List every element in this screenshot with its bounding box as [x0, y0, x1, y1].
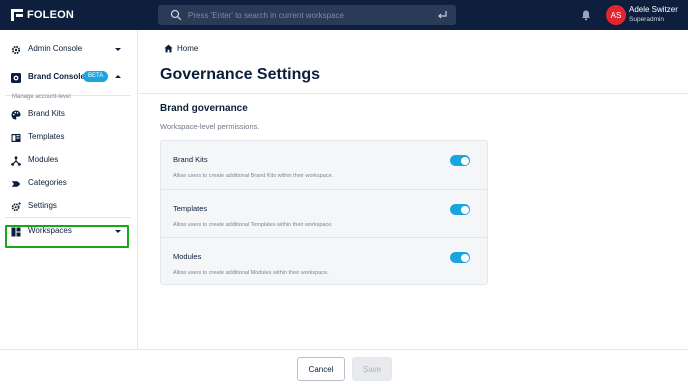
search-icon [170, 9, 182, 21]
section-title: Brand governance [160, 103, 248, 114]
sidebar-item-label: Modules [28, 155, 59, 164]
permission-description: Allow users to create additional Brand K… [173, 173, 334, 179]
main-content: Home Governance Settings Brand governanc… [138, 30, 688, 350]
title-divider [138, 93, 688, 94]
sidebar-section-label: Manage account-level [12, 94, 71, 100]
avatar[interactable]: AS [606, 5, 626, 25]
foleon-logo[interactable]: FOLEON [11, 8, 74, 22]
page-title: Governance Settings [160, 66, 321, 83]
templates-icon [11, 134, 21, 142]
permission-description: Allow users to create additional Templat… [173, 222, 333, 228]
sidebar-item-label: Admin Console [28, 44, 83, 53]
permission-row-modules: Modules Allow users to create additional… [161, 237, 487, 285]
home-icon [164, 44, 173, 53]
modules-icon [11, 156, 21, 166]
chevron-down-icon [115, 230, 121, 233]
sidebar-item-label: Categories [28, 178, 67, 187]
breadcrumb[interactable]: Home [164, 44, 198, 53]
section-subtitle: Workspace-level permissions. [160, 122, 260, 131]
sidebar-item-label: Workspaces [28, 226, 72, 235]
footer-bar: Cancel Save [0, 349, 688, 388]
sidebar-item-label: Brand Kits [28, 109, 65, 118]
sidebar: Admin Console Brand Console BETA Manage … [0, 30, 138, 350]
cancel-button[interactable]: Cancel [297, 357, 345, 381]
logo-text: FOLEON [27, 9, 75, 21]
search-bar[interactable] [158, 5, 456, 25]
gear-icon [11, 45, 21, 55]
toggle-knob [460, 253, 469, 262]
enter-key-icon [438, 11, 447, 19]
breadcrumb-home[interactable]: Home [177, 44, 198, 53]
workspaces-icon [11, 227, 21, 237]
brand-console-icon [11, 73, 21, 83]
permission-row-brand-kits: Brand Kits Allow users to create additio… [161, 141, 487, 189]
sidebar-item-workspaces[interactable]: Workspaces [5, 221, 129, 243]
permission-name: Brand Kits [173, 155, 208, 164]
chevron-down-icon [115, 48, 121, 51]
sidebar-item-templates[interactable]: Templates [5, 127, 129, 149]
bell-icon[interactable] [580, 9, 592, 21]
sidebar-item-settings[interactable]: Settings [5, 196, 129, 218]
user-role: Superadmin [629, 16, 665, 23]
sidebar-item-admin-console[interactable]: Admin Console [5, 39, 129, 61]
toggle-knob [460, 156, 469, 165]
search-input[interactable] [188, 7, 418, 23]
modules-toggle[interactable] [450, 252, 470, 263]
sidebar-item-brand-console[interactable]: Brand Console BETA [5, 67, 129, 89]
beta-badge: BETA [83, 71, 109, 82]
permission-name: Templates [173, 204, 208, 213]
sidebar-item-modules[interactable]: Modules [5, 150, 129, 172]
permission-row-templates: Templates Allow users to create addition… [161, 189, 487, 237]
tag-icon [11, 181, 21, 187]
logo-mark-icon [11, 9, 23, 21]
palette-icon [11, 110, 21, 120]
sidebar-item-label: Templates [28, 132, 65, 141]
toggle-knob [460, 205, 469, 214]
chevron-up-icon [115, 75, 121, 78]
top-bar: FOLEON AS Adele Switzer Superadmin [0, 0, 688, 30]
gear-icon [11, 202, 21, 212]
permissions-card: Brand Kits Allow users to create additio… [160, 140, 488, 285]
brand-kits-toggle[interactable] [450, 155, 470, 166]
sidebar-item-label: Brand Console [28, 72, 85, 81]
sidebar-item-brand-kits[interactable]: Brand Kits [5, 104, 129, 126]
user-name: Adele Switzer [629, 5, 678, 14]
sidebar-divider [5, 217, 131, 218]
sidebar-item-label: Settings [28, 201, 57, 210]
permission-name: Modules [173, 252, 202, 261]
templates-toggle[interactable] [450, 204, 470, 215]
save-button[interactable]: Save [352, 357, 392, 381]
permission-description: Allow users to create additional Modules… [173, 270, 329, 276]
sidebar-item-categories[interactable]: Categories [5, 173, 129, 195]
